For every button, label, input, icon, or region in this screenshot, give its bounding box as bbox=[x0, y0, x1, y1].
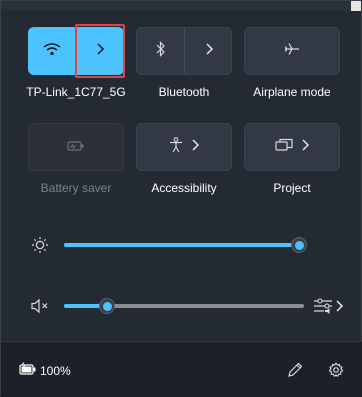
chevron-right-icon bbox=[204, 42, 214, 60]
project-label: Project bbox=[273, 181, 311, 195]
quick-settings-footer: 100% bbox=[1, 341, 362, 397]
bluetooth-label: Bluetooth bbox=[158, 85, 210, 99]
accessibility-label: Accessibility bbox=[151, 181, 217, 195]
quick-settings-panel: TP-Link_1C77_5G Bluetooth Airplane mode bbox=[0, 0, 362, 397]
airplane-mode-button[interactable] bbox=[244, 27, 340, 75]
wifi-icon bbox=[43, 42, 61, 61]
accessibility-icon bbox=[169, 136, 183, 158]
wifi-toggle-button[interactable] bbox=[28, 27, 75, 75]
battery-saver-button[interactable] bbox=[28, 123, 124, 171]
chevron-right-icon bbox=[301, 138, 310, 156]
brightness-icon bbox=[31, 236, 49, 254]
wifi-label: TP-Link_1C77_5G bbox=[26, 85, 126, 99]
project-button[interactable] bbox=[244, 123, 340, 171]
audio-output-icon[interactable] bbox=[312, 296, 346, 316]
battery-saver-icon bbox=[67, 138, 85, 156]
volume-slider-thumb[interactable] bbox=[99, 298, 115, 314]
battery-saver-label: Battery saver bbox=[40, 181, 112, 195]
bluetooth-tile bbox=[136, 27, 232, 75]
pencil-icon[interactable] bbox=[286, 361, 304, 379]
airplane-label: Airplane mode bbox=[253, 85, 331, 99]
panel-top-strip bbox=[1, 1, 362, 11]
chevron-right-icon bbox=[191, 138, 200, 156]
battery-percent[interactable]: 100% bbox=[40, 364, 71, 378]
brightness-slider[interactable] bbox=[64, 243, 304, 247]
bluetooth-icon bbox=[156, 40, 166, 62]
brightness-slider-fill bbox=[64, 243, 299, 247]
project-icon bbox=[275, 138, 293, 157]
gear-icon[interactable] bbox=[327, 361, 345, 379]
accessibility-button[interactable] bbox=[136, 123, 232, 171]
highlight-box bbox=[75, 24, 125, 78]
bluetooth-more-button[interactable] bbox=[185, 28, 232, 74]
battery-charging-icon[interactable] bbox=[19, 361, 37, 377]
airplane-icon bbox=[284, 42, 300, 61]
panel-corner bbox=[351, 1, 361, 11]
bluetooth-toggle-button[interactable] bbox=[137, 28, 184, 74]
speaker-muted-icon[interactable] bbox=[30, 297, 50, 315]
brightness-slider-thumb[interactable] bbox=[291, 237, 307, 253]
